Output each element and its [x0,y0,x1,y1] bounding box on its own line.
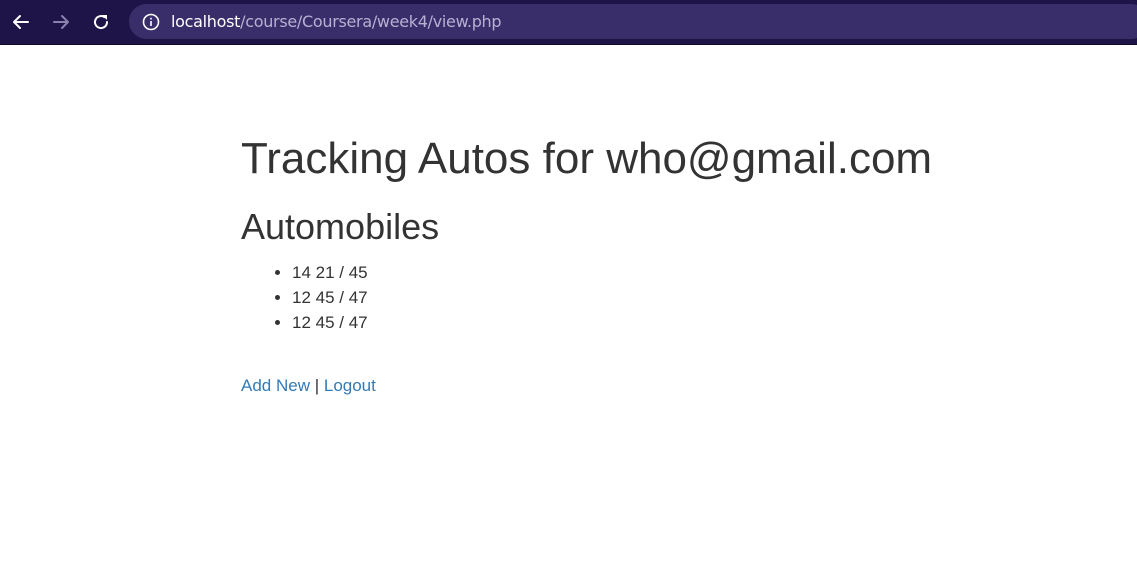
reload-icon [94,15,109,30]
action-links: Add New | Logout [241,373,376,398]
page-title: Tracking Autos for who@gmail.com [241,134,933,183]
url-path: /course/Coursera/week4/view.php [240,12,502,31]
list-item: 14 21 / 45 [292,260,368,285]
arrow-left-icon [13,15,29,29]
list-item: 12 45 / 47 [292,285,368,310]
forward-button[interactable] [48,9,74,35]
link-separator: | [309,376,324,395]
logout-link[interactable]: Logout [324,376,376,395]
reload-button[interactable] [88,9,114,35]
url-host: localhost [171,12,241,31]
arrow-right-icon [53,15,69,29]
add-new-link[interactable]: Add New [241,376,310,395]
back-button[interactable] [8,9,34,35]
section-heading: Automobiles [241,206,440,247]
url-text[interactable]: localhost/course/Coursera/week4/view.php [171,12,502,31]
address-bar[interactable]: localhost/course/Coursera/week4/view.php [129,4,1137,39]
list-item: 12 45 / 47 [292,310,368,335]
browser-toolbar: localhost/course/Coursera/week4/view.php [0,0,1137,45]
autos-list: 14 21 / 45 12 45 / 47 12 45 / 47 [241,260,368,335]
info-circle-icon[interactable] [142,13,160,31]
